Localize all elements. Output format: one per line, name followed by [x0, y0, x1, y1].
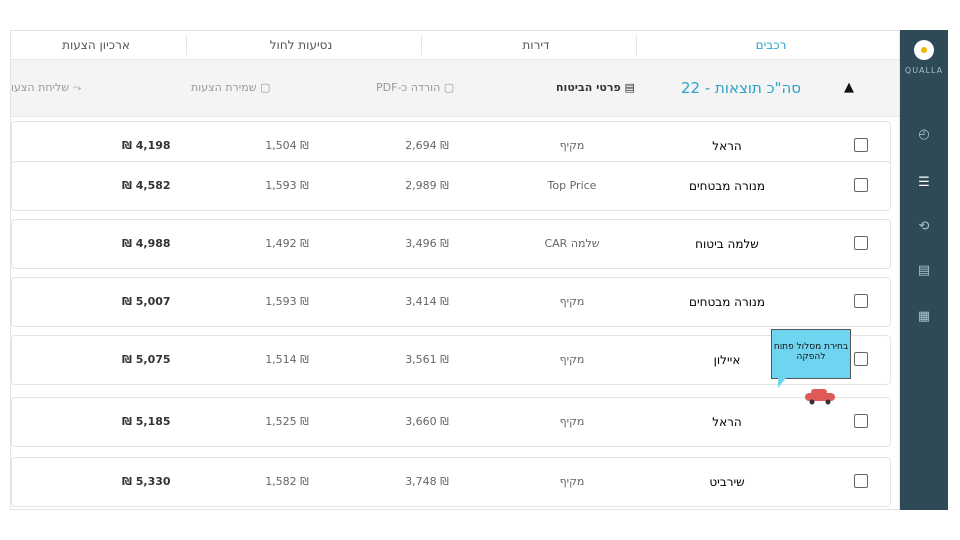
- total-price: ₪ 4,988: [122, 237, 171, 250]
- row-checkbox[interactable]: [854, 178, 868, 192]
- total-price: ₪ 5,330: [122, 475, 171, 488]
- insurer-logo: הראל: [712, 415, 742, 429]
- logo-text: QUALLA: [904, 66, 944, 75]
- list-item[interactable]: מנורה מבטחים מקיף ₪ 3,414 ₪ 1,593 ₪ 5,007: [11, 277, 891, 327]
- insurer-logo: מנורה מבטחים: [688, 295, 765, 309]
- save-offers-button[interactable]: ▢ שמירת הצעות: [191, 60, 270, 116]
- price-save: ₪ 1,514: [265, 353, 309, 366]
- tab-travel[interactable]: נסיעות לחול: [191, 31, 411, 59]
- qualla-logo: [914, 40, 934, 60]
- policy-type: מקיף: [559, 415, 585, 428]
- download-pdf-button[interactable]: ▢ הורדה כ-PDF: [376, 60, 454, 116]
- documents-icon[interactable]: ▤: [915, 262, 933, 280]
- tab-offers-archive[interactable]: ארכיון הצעות: [11, 31, 181, 59]
- row-checkbox[interactable]: [854, 474, 868, 488]
- price-pdf: ₪ 3,748: [405, 475, 449, 488]
- price-pdf: ₪ 3,496: [405, 237, 449, 250]
- main-panel: רכבים דירות נסיעות לחול ארכיון הצעות ▲ ס…: [10, 30, 900, 510]
- list-item[interactable]: איילון מקיף ₪ 3,561 ₪ 1,514 ₪ 5,075: [11, 335, 891, 385]
- warning-icon[interactable]: ▲: [844, 80, 854, 95]
- insurer-logo: שירביט: [709, 475, 745, 489]
- row-checkbox[interactable]: [854, 414, 868, 428]
- price-pdf: ₪ 3,561: [405, 353, 449, 366]
- price-pdf: ₪ 3,660: [405, 415, 449, 428]
- row-checkbox[interactable]: [854, 236, 868, 250]
- price-save: ₪ 1,582: [265, 475, 309, 488]
- list-item[interactable]: הראל מקיף ₪ 3,660 ₪ 1,525 ₪ 5,185: [11, 397, 891, 447]
- price-save: ₪ 1,525: [265, 415, 309, 428]
- total-price: ₪ 5,185: [122, 415, 171, 428]
- row-checkbox[interactable]: [854, 294, 868, 308]
- insurer-logo: מנורה מבטחים: [688, 179, 765, 193]
- policy-type: שלמה CAR: [544, 237, 600, 250]
- list-item[interactable]: מנורה מבטחים Top Price ₪ 2,989 ₪ 1,593 ₪ 4,5…: [11, 161, 891, 211]
- price-pdf: ₪ 3,414: [405, 295, 449, 308]
- insurance-details-button[interactable]: ▤ פרטי הביטוח: [556, 60, 635, 116]
- policy-type: מקיף: [559, 353, 585, 366]
- tab-apartments[interactable]: דירות: [441, 31, 631, 59]
- list-item[interactable]: שירביט מקיף ₪ 3,748 ₪ 1,582 ₪ 5,330: [11, 457, 891, 507]
- total-price: ₪ 5,007: [122, 295, 171, 308]
- price-save: ₪ 1,593: [265, 295, 309, 308]
- policy-type: Top Price: [547, 179, 597, 192]
- price-save: ₪ 1,593: [265, 179, 309, 192]
- row-checkbox[interactable]: [854, 352, 868, 366]
- gauge-icon[interactable]: ◴: [915, 126, 933, 144]
- insurer-logo: איילון: [713, 353, 741, 367]
- list-item[interactable]: שלמה ביטוח שלמה CAR ₪ 3,496 ₪ 1,492 ₪ 4,988: [11, 219, 891, 269]
- refresh-icon[interactable]: ⟲: [915, 218, 933, 236]
- insurer-logo: שלמה ביטוח: [695, 237, 759, 251]
- row-checkbox[interactable]: [854, 138, 868, 152]
- insurer-logo: הראל: [712, 139, 742, 153]
- policy-type: מקיף: [559, 295, 585, 308]
- car-illustration: [805, 389, 835, 405]
- app-sidebar: QUALLA ◴ ☰ ⟲ ▤ ▦: [900, 30, 948, 510]
- send-offers-button[interactable]: ⤳ שליחת הצעו: [11, 60, 81, 116]
- tab-vehicles[interactable]: רכבים: [661, 31, 881, 59]
- results-toolbar: ▲ סה"כ תוצאות - 22 ▤ פרטי הביטוח ▢ הורדה…: [11, 60, 899, 117]
- list-icon[interactable]: ☰: [915, 174, 933, 192]
- total-price: ₪ 4,582: [122, 179, 171, 192]
- tooltip: בחירת מסלול פתוח להפקה: [771, 329, 851, 388]
- tab-bar: רכבים דירות נסיעות לחול ארכיון הצעות: [11, 31, 899, 60]
- document-settings-icon[interactable]: ▦: [915, 308, 933, 326]
- total-price: ₪ 5,075: [122, 353, 171, 366]
- price-pdf: ₪ 2,989: [405, 179, 449, 192]
- policy-type: מקיף: [559, 475, 585, 488]
- results-count: סה"כ תוצאות - 22: [681, 79, 801, 97]
- price-save: ₪ 1,492: [265, 237, 309, 250]
